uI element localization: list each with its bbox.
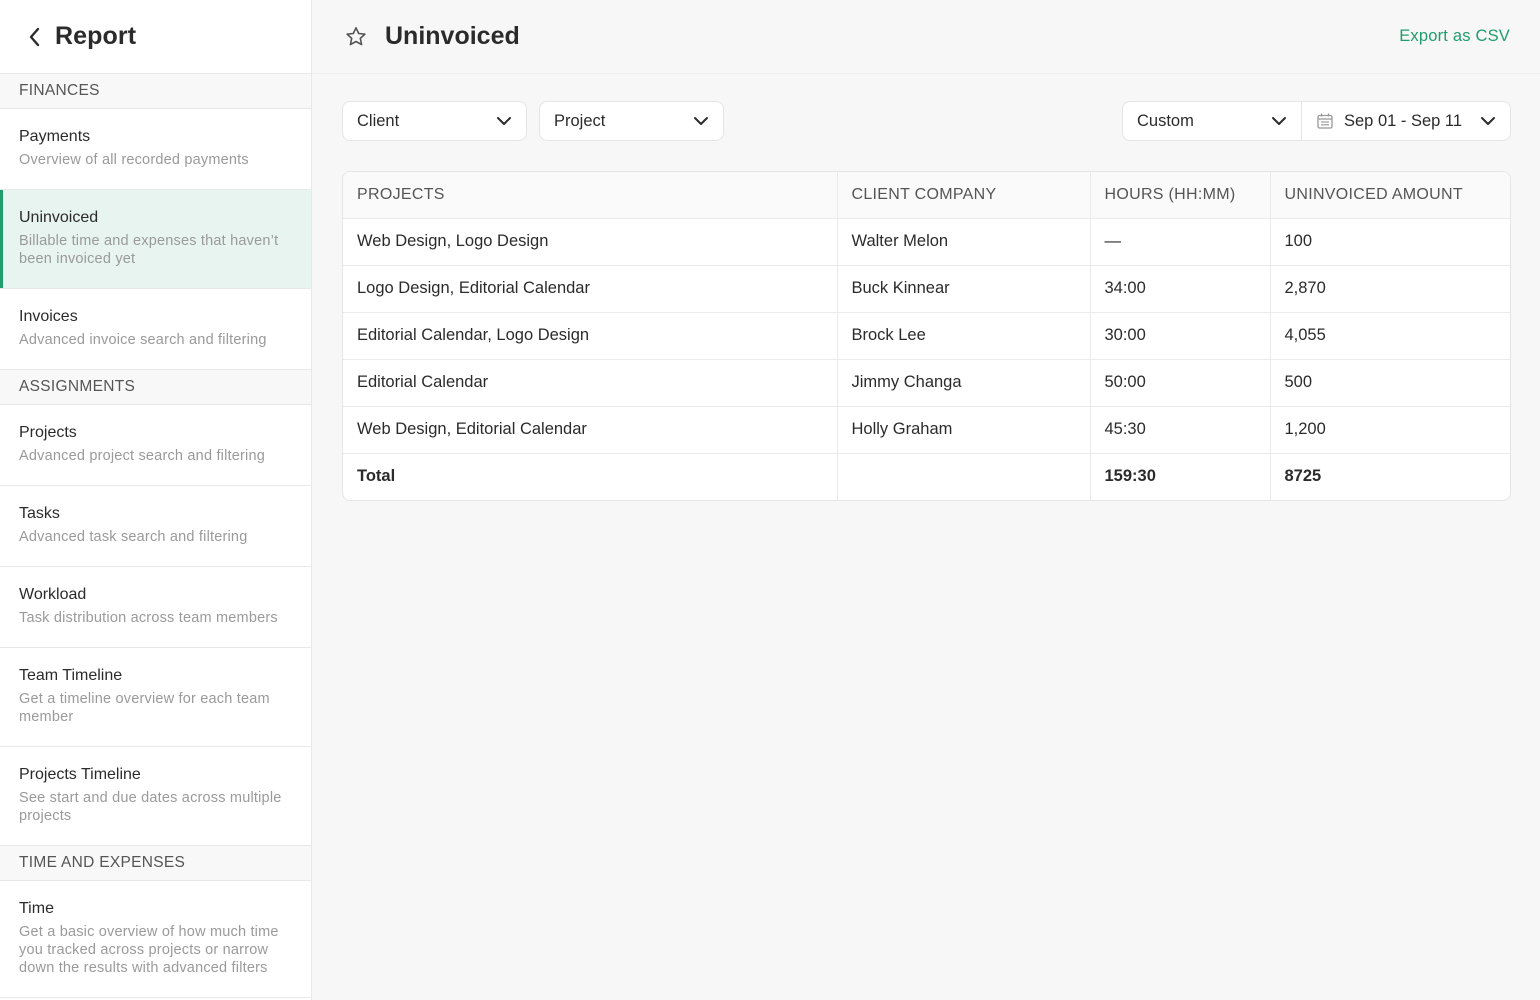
cell-projects: Web Design, Editorial Calendar <box>343 406 838 454</box>
cell-hours: — <box>1090 218 1271 266</box>
sidebar-item-description: Advanced invoice search and filtering <box>19 332 267 348</box>
column-header-client-company[interactable]: CLIENT COMPANY <box>837 172 1091 219</box>
total-client <box>837 453 1091 500</box>
project-select[interactable]: Project <box>539 101 724 141</box>
cell-projects: Editorial Calendar, Logo Design <box>343 312 838 360</box>
filter-bar: Client Project Custom Sep 01 - Sep 11 <box>342 101 1511 141</box>
sidebar-item-time[interactable]: Time Get a basic overview of how much ti… <box>0 881 311 998</box>
cell-amount: 500 <box>1270 359 1510 407</box>
sidebar-item-payments[interactable]: Payments Overview of all recorded paymen… <box>0 109 311 190</box>
period-select-value: Custom <box>1137 111 1194 130</box>
cell-client: Buck Kinnear <box>837 265 1091 313</box>
calendar-icon <box>1316 112 1334 130</box>
table-row[interactable]: Editorial Calendar Jimmy Changa 50:00 50… <box>343 359 1510 407</box>
table-row[interactable]: Web Design, Logo Design Walter Melon — 1… <box>343 218 1510 266</box>
section-assignments: ASSIGNMENTS <box>0 370 311 405</box>
cell-client: Holly Graham <box>837 406 1091 454</box>
table-header-row: PROJECTS CLIENT COMPANY HOURS (HH:MM) UN… <box>343 172 1510 219</box>
cell-projects: Editorial Calendar <box>343 359 838 407</box>
total-hours: 159:30 <box>1090 453 1271 500</box>
star-outline-icon[interactable] <box>344 25 368 49</box>
sidebar-item-label: Projects Timeline <box>19 766 141 783</box>
sidebar-item-description: Advanced project search and filtering <box>19 448 265 464</box>
cell-client: Jimmy Changa <box>837 359 1091 407</box>
chevron-down-icon <box>496 116 512 126</box>
cell-amount: 2,870 <box>1270 265 1510 313</box>
sidebar-item-description: Advanced task search and filtering <box>19 529 248 545</box>
main-content: Uninvoiced Export as CSV Client Project … <box>313 0 1540 1000</box>
cell-hours: 34:00 <box>1090 265 1271 313</box>
sidebar-item-description: Billable time and expenses that haven’t … <box>19 233 279 267</box>
sidebar-item-label: Uninvoiced <box>19 209 99 226</box>
cell-amount: 100 <box>1270 218 1510 266</box>
sidebar-item-description: See start and due dates across multiple … <box>19 790 282 824</box>
page-title: Uninvoiced <box>385 22 520 50</box>
cell-amount: 4,055 <box>1270 312 1510 360</box>
cell-projects: Web Design, Logo Design <box>343 218 838 266</box>
date-filter-group: Custom Sep 01 - Sep 11 <box>1122 101 1511 141</box>
total-label: Total <box>343 453 838 500</box>
cell-projects: Logo Design, Editorial Calendar <box>343 265 838 313</box>
cell-hours: 45:30 <box>1090 406 1271 454</box>
chevron-down-icon <box>693 116 709 126</box>
cell-hours: 30:00 <box>1090 312 1271 360</box>
page-header: Uninvoiced Export as CSV <box>313 0 1540 74</box>
cell-amount: 1,200 <box>1270 406 1510 454</box>
client-select[interactable]: Client <box>342 101 527 141</box>
sidebar-item-label: Payments <box>19 128 91 145</box>
sidebar-item-label: Tasks <box>19 505 60 522</box>
sidebar-item-description: Get a basic overview of how much time yo… <box>19 924 279 976</box>
sidebar-header: Report <box>0 0 311 74</box>
sidebar-item-label: Team Timeline <box>19 667 123 684</box>
sidebar-item-projects-timeline[interactable]: Projects Timeline See start and due date… <box>0 747 311 846</box>
sidebar-item-label: Workload <box>19 586 87 603</box>
section-finances: FINANCES <box>0 74 311 109</box>
sidebar-item-label: Invoices <box>19 308 78 325</box>
sidebar-item-description: Task distribution across team members <box>19 610 278 626</box>
chevron-down-icon <box>1480 116 1496 126</box>
sidebar-item-description: Get a timeline overview for each team me… <box>19 691 270 725</box>
cell-hours: 50:00 <box>1090 359 1271 407</box>
total-amount: 8725 <box>1284 467 1322 486</box>
chevron-left-icon[interactable] <box>24 26 46 48</box>
sidebar-item-label: Projects <box>19 424 77 441</box>
sidebar-item-invoices[interactable]: Invoices Advanced invoice search and fil… <box>0 289 311 370</box>
table-row[interactable]: Editorial Calendar, Logo Design Brock Le… <box>343 312 1510 360</box>
section-time-and-expenses: TIME AND EXPENSES <box>0 846 311 881</box>
column-header-projects[interactable]: PROJECTS <box>343 172 838 219</box>
date-range-value: Sep 01 - Sep 11 <box>1344 111 1463 130</box>
sidebar-item-description: Overview of all recorded payments <box>19 152 249 168</box>
sidebar-item-team-timeline[interactable]: Team Timeline Get a timeline overview fo… <box>0 648 311 747</box>
sidebar-item-workload[interactable]: Workload Task distribution across team m… <box>0 567 311 648</box>
sidebar-item-uninvoiced[interactable]: Uninvoiced Billable time and expenses th… <box>0 190 311 289</box>
project-select-value: Project <box>554 111 606 130</box>
table-row[interactable]: Web Design, Editorial Calendar Holly Gra… <box>343 406 1510 454</box>
sidebar-title: Report <box>55 22 137 50</box>
sidebar-item-tasks[interactable]: Tasks Advanced task search and filtering <box>0 486 311 567</box>
date-range-picker[interactable]: Sep 01 - Sep 11 <box>1302 102 1510 140</box>
chevron-down-icon <box>1271 116 1287 126</box>
uninvoiced-table: PROJECTS CLIENT COMPANY HOURS (HH:MM) UN… <box>342 171 1511 501</box>
column-header-uninvoiced-amount[interactable]: UNINVOICED AMOUNT <box>1270 172 1510 219</box>
sidebar-item-label: Time <box>19 900 54 917</box>
export-csv-link[interactable]: Export as CSV <box>1399 27 1510 46</box>
table-row[interactable]: Logo Design, Editorial Calendar Buck Kin… <box>343 265 1510 313</box>
period-select[interactable]: Custom <box>1123 102 1302 140</box>
column-header-hours[interactable]: HOURS (HH:MM) <box>1090 172 1271 219</box>
report-sidebar: Report FINANCES Payments Overview of all… <box>0 0 312 1000</box>
cell-client: Brock Lee <box>837 312 1091 360</box>
cell-client: Walter Melon <box>837 218 1091 266</box>
sidebar-item-projects[interactable]: Projects Advanced project search and fil… <box>0 405 311 486</box>
table-total-row: Total 159:30 8725 <box>343 453 1510 500</box>
client-select-value: Client <box>357 111 400 130</box>
